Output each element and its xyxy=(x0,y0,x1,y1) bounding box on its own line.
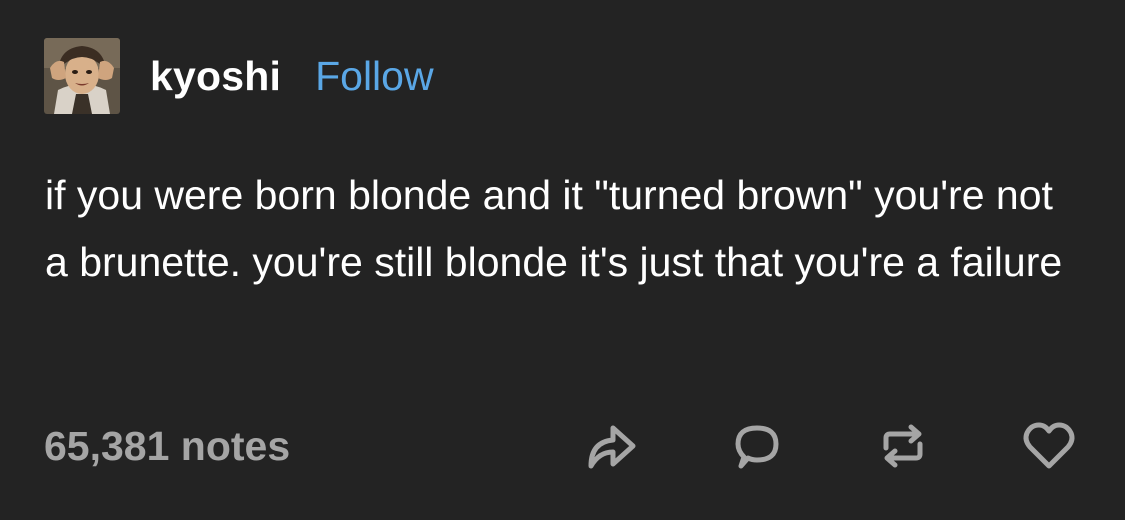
post-actions xyxy=(579,414,1081,478)
notes-count[interactable]: 65,381 notes xyxy=(44,423,290,470)
reblog-button[interactable] xyxy=(871,414,935,478)
comment-icon xyxy=(735,425,779,469)
heart-icon xyxy=(1023,422,1075,469)
avatar-image xyxy=(44,38,120,114)
username[interactable]: kyoshi xyxy=(150,53,281,100)
tumblr-post: kyoshi Follow if you were born blonde an… xyxy=(0,0,1125,520)
share-button[interactable] xyxy=(579,414,643,478)
like-button[interactable] xyxy=(1017,414,1081,478)
follow-button[interactable]: Follow xyxy=(315,53,433,100)
reblog-icon xyxy=(883,424,923,468)
post-header: kyoshi Follow xyxy=(44,38,434,114)
share-icon xyxy=(588,425,636,469)
post-body: if you were born blonde and it "turned b… xyxy=(45,172,1063,285)
avatar[interactable] xyxy=(44,38,120,114)
comment-button[interactable] xyxy=(725,414,789,478)
post-footer: 65,381 notes xyxy=(44,414,1081,478)
